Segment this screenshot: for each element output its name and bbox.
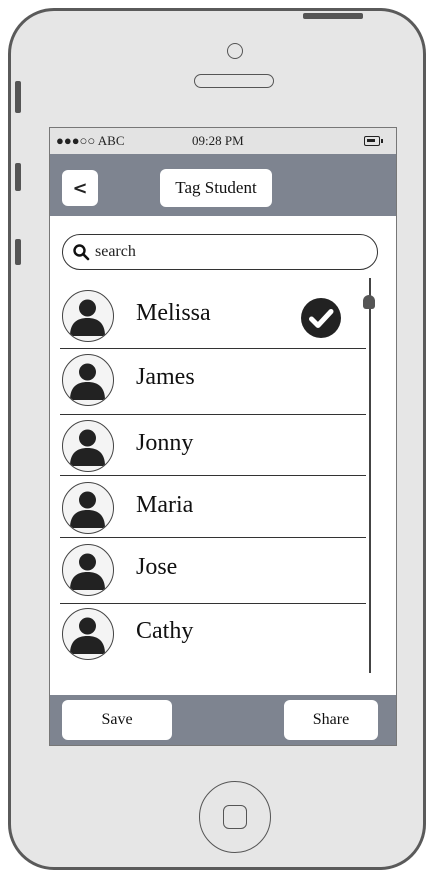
divider [60,537,366,538]
share-button[interactable]: Share [284,700,378,740]
avatar [62,290,114,342]
student-name: Maria [136,492,194,518]
volume-down-button[interactable] [15,239,21,265]
status-bar: ●●●○○ ABC 09:28 PM [50,128,396,154]
back-button[interactable]: < [62,170,98,206]
search-input[interactable] [95,241,365,263]
student-name: Cathy [136,618,194,644]
screen: ●●●○○ ABC 09:28 PM < Tag Student Melissa [49,127,397,746]
avatar [62,354,114,406]
scrollbar[interactable] [369,278,371,673]
divider [60,475,366,476]
mute-switch[interactable] [15,81,21,113]
search-icon [73,244,90,261]
student-name: James [136,364,195,390]
list-item[interactable]: James [62,350,366,412]
search-bar[interactable] [62,234,378,270]
bottom-toolbar: Save Share [50,695,396,745]
list-item[interactable]: Maria [62,478,366,540]
divider [60,348,366,349]
camera [227,43,243,59]
avatar [62,608,114,660]
avatar [62,482,114,534]
list-item[interactable]: Jonny [62,416,366,478]
home-button[interactable] [199,781,271,853]
list-item[interactable]: Cathy [62,604,366,666]
person-icon [70,299,105,336]
person-icon [70,429,105,466]
divider [60,414,366,415]
save-button[interactable]: Save [62,700,172,740]
scrollbar-thumb[interactable] [363,295,375,309]
student-name: Melissa [136,300,211,326]
person-icon [70,363,105,400]
list-item[interactable]: Jose [62,540,366,602]
list-item[interactable]: Melissa [62,286,366,348]
battery-icon [364,136,383,146]
checkmark-icon[interactable] [301,298,341,338]
power-button[interactable] [303,13,363,19]
page-title[interactable]: Tag Student [160,169,272,207]
volume-up-button[interactable] [15,163,21,191]
avatar [62,544,114,596]
avatar [62,420,114,472]
chevron-left-icon: < [72,177,88,199]
carrier-signal: ●●●○○ ABC [56,133,125,148]
nav-bar: < Tag Student [50,154,396,216]
clock: 09:28 PM [192,133,244,148]
person-icon [70,617,105,654]
student-name: Jonny [136,430,194,456]
person-icon [70,553,105,590]
person-icon [70,491,105,528]
speaker [194,74,274,88]
student-name: Jose [136,554,178,580]
home-button-icon [223,805,247,829]
